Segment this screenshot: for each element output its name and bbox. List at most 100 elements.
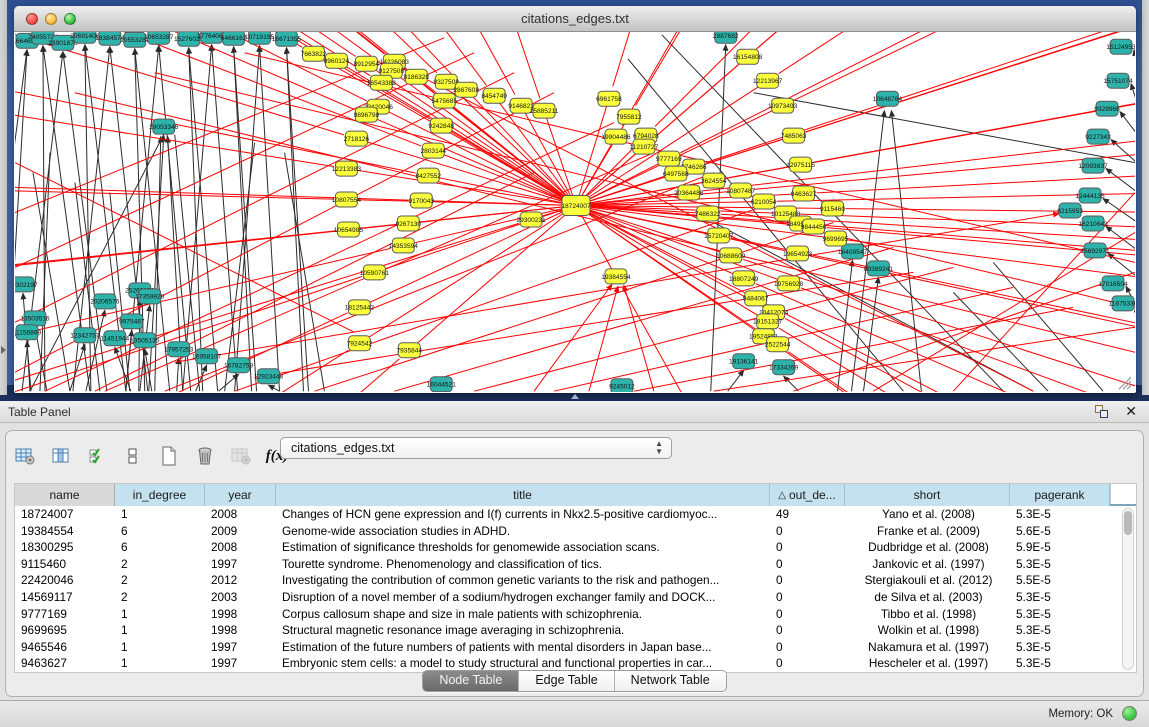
- graph-node[interactable]: 16782759: [224, 358, 254, 373]
- graph-node[interactable]: 6961758: [596, 91, 622, 106]
- graph-node[interactable]: 7924542: [347, 336, 373, 351]
- table-row[interactable]: 977716911998Corpus callosum shape and si…: [15, 606, 1136, 623]
- graph-node[interactable]: 15885211: [530, 103, 559, 118]
- table-settings-icon[interactable]: [14, 445, 36, 467]
- graph-node[interactable]: 9329966: [1094, 101, 1120, 116]
- graph-node[interactable]: 12093837: [1078, 158, 1108, 173]
- graph-node[interactable]: 14353594: [389, 238, 419, 253]
- graph-node[interactable]: 9227343: [1085, 129, 1111, 144]
- row-selection-icon[interactable]: [86, 445, 108, 467]
- graph-node[interactable]: 9463627: [791, 186, 817, 201]
- graph-node[interactable]: 9896798: [354, 107, 380, 122]
- column-header-short[interactable]: short: [845, 484, 1010, 506]
- scrollbar-thumb[interactable]: [1124, 511, 1132, 535]
- graph-node[interactable]: 12213383: [332, 161, 362, 176]
- graph-node[interactable]: 10807554: [332, 192, 362, 207]
- graph-node[interactable]: 18807249: [729, 271, 759, 286]
- graph-node[interactable]: 19654923: [783, 246, 813, 261]
- graph-node[interactable]: 7486322: [695, 206, 721, 221]
- graph-node[interactable]: 16044521: [427, 377, 457, 392]
- graph-node[interactable]: 19756928: [774, 276, 804, 291]
- table-row[interactable]: 969969511998Structural magnetic resonanc…: [15, 622, 1136, 639]
- graph-node[interactable]: 17016504: [1098, 276, 1128, 291]
- graph-node[interactable]: 9115460: [820, 201, 845, 216]
- graph-node[interactable]: 7935844: [396, 343, 422, 358]
- graph-node[interactable]: 7485063: [781, 128, 807, 143]
- network-canvas[interactable]: 1664654124055724239018762069140618384574…: [15, 32, 1135, 392]
- graph-node[interactable]: 13503516: [20, 311, 50, 326]
- graph-node[interactable]: 15692971: [1080, 243, 1110, 258]
- graph-node[interactable]: 7955812: [616, 109, 642, 124]
- rows-icon[interactable]: [122, 445, 144, 467]
- graph-node[interactable]: 19904486: [601, 129, 631, 144]
- graph-node[interactable]: 2718126: [344, 131, 370, 146]
- graph-node[interactable]: 17334269: [769, 360, 799, 375]
- canvas-resize-grip[interactable]: [1119, 377, 1131, 389]
- graph-node[interactable]: 9777169: [656, 151, 682, 166]
- graph-node[interactable]: 9484067: [743, 291, 769, 306]
- graph-node[interactable]: 20364486: [674, 185, 704, 200]
- graph-node[interactable]: 11156869: [15, 325, 41, 340]
- graph-node[interactable]: 16210643: [1078, 216, 1108, 231]
- graph-node[interactable]: 8186328: [403, 69, 429, 84]
- network-window-titlebar[interactable]: citations_edges.txt: [14, 6, 1136, 32]
- column-header-indegree[interactable]: in_degree: [115, 484, 205, 506]
- graph-node[interactable]: 3624554: [701, 173, 727, 188]
- graph-node[interactable]: 18151327: [753, 314, 783, 329]
- graph-node[interactable]: 20206576: [90, 294, 120, 309]
- graph-node[interactable]: 13505135: [130, 333, 160, 348]
- graph-node[interactable]: 18125442: [345, 300, 375, 315]
- table-row[interactable]: 1830029562008Estimation of significance …: [15, 539, 1136, 556]
- graph-node[interactable]: 15751074: [1103, 73, 1133, 88]
- graph-node[interactable]: 10648784: [873, 91, 903, 106]
- graph-node[interactable]: 8912954: [354, 56, 380, 71]
- graph-node[interactable]: 11210727: [629, 139, 658, 154]
- graph-node[interactable]: 16671355: [272, 32, 302, 46]
- graph-node[interactable]: 9975487: [119, 314, 145, 329]
- float-window-icon[interactable]: [1095, 405, 1109, 419]
- graph-node[interactable]: 6466162: [221, 32, 247, 45]
- memory-status-indicator[interactable]: [1122, 706, 1137, 721]
- graph-node[interactable]: 10654985: [334, 222, 364, 237]
- graph-node[interactable]: 17957253: [164, 342, 194, 357]
- graph-node[interactable]: 16958107: [192, 349, 222, 364]
- column-header-pagerank[interactable]: pagerank: [1010, 484, 1110, 506]
- table-row[interactable]: 1938455462009Genome-wide association stu…: [15, 523, 1136, 540]
- tab-node-table[interactable]: Node Table: [423, 671, 519, 691]
- column-visibility-icon[interactable]: [50, 445, 72, 467]
- close-panel-icon[interactable]: ✕: [1125, 403, 1137, 420]
- network-graph[interactable]: 1664654124055724239018762069140618384574…: [15, 32, 1135, 392]
- table-selector-dropdown[interactable]: citations_edges.txt ▲▼: [280, 437, 672, 459]
- collapse-arrow-icon[interactable]: [1, 346, 6, 354]
- graph-node[interactable]: 5475685: [431, 93, 457, 108]
- table-row[interactable]: 911546021997Tourette syndrome. Phenomeno…: [15, 556, 1136, 573]
- graph-node[interactable]: 2887682: [713, 32, 739, 43]
- graph-node[interactable]: 10973493: [768, 98, 798, 113]
- graph-node[interactable]: 9267130: [395, 216, 421, 231]
- graph-node[interactable]: 2803144: [420, 143, 446, 158]
- graph-node[interactable]: 89389241: [864, 261, 894, 276]
- column-header-title[interactable]: title: [276, 484, 770, 506]
- table-row[interactable]: 1872400712008Changes of HCN gene express…: [15, 506, 1136, 523]
- graph-node[interactable]: 10807487: [726, 183, 756, 198]
- graph-node[interactable]: 15124953: [1106, 39, 1135, 54]
- graph-node[interactable]: 9170043: [408, 193, 434, 208]
- graph-node[interactable]: 17359928: [135, 289, 165, 304]
- graph-node[interactable]: 6497568: [663, 166, 689, 181]
- graph-node[interactable]: 15720407: [704, 228, 734, 243]
- graph-node[interactable]: 8215953: [1057, 203, 1083, 218]
- table-row[interactable]: 946554611997Estimation of the future num…: [15, 639, 1136, 656]
- graph-node[interactable]: 29300231: [516, 212, 546, 227]
- graph-node[interactable]: 9245012: [609, 379, 635, 392]
- tab-network-table[interactable]: Network Table: [615, 671, 726, 691]
- graph-node[interactable]: 8427552: [415, 168, 441, 183]
- graph-node[interactable]: 11451944: [100, 331, 129, 346]
- graph-node[interactable]: 12342757: [70, 328, 100, 343]
- graph-node[interactable]: 9699695: [823, 231, 849, 246]
- table-row[interactable]: 1456911722003Disruption of a novel membe…: [15, 589, 1136, 606]
- column-header-year[interactable]: year: [205, 484, 276, 506]
- new-table-icon[interactable]: [158, 445, 180, 467]
- graph-node[interactable]: 19136141: [729, 354, 759, 369]
- graph-node[interactable]: 12213967: [753, 73, 783, 88]
- graph-node[interactable]: 12923448: [254, 369, 284, 384]
